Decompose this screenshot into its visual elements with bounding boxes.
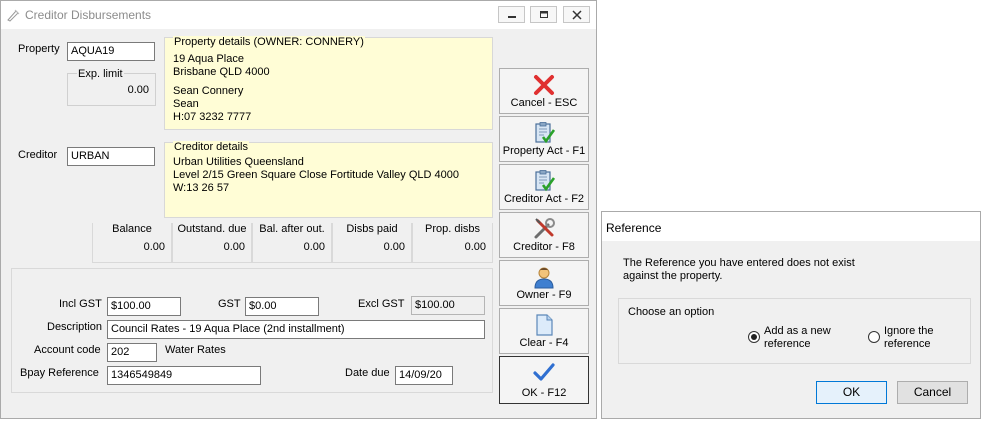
restore-button[interactable] bbox=[530, 6, 557, 23]
date-due-input[interactable]: 14/09/20 bbox=[395, 366, 453, 385]
clear-button[interactable]: Clear - F4 bbox=[499, 308, 589, 354]
blank-page-icon bbox=[536, 314, 553, 336]
property-code-input[interactable]: AQUA19 bbox=[67, 42, 155, 61]
property-act-button-label: Property Act - F1 bbox=[502, 145, 586, 157]
creditor-button-label: Creditor - F8 bbox=[513, 241, 575, 253]
ignore-reference-label[interactable]: reference bbox=[884, 338, 930, 350]
close-button[interactable] bbox=[563, 6, 590, 23]
summary-label: Outstand. due bbox=[173, 223, 251, 235]
reference-dialog: Reference The Reference you have entered… bbox=[601, 211, 981, 419]
add-new-reference-radio[interactable] bbox=[748, 331, 760, 343]
gst-label: GST bbox=[218, 298, 241, 310]
close-icon bbox=[571, 10, 582, 20]
creditor-name-line: Urban Utilities Queensland bbox=[173, 156, 304, 168]
property-address-line: Brisbane QLD 4000 bbox=[173, 66, 270, 78]
owner-button[interactable]: Owner - F9 bbox=[499, 260, 589, 306]
minimize-icon bbox=[507, 16, 516, 18]
account-code-label: Account code bbox=[34, 344, 101, 356]
description-input[interactable]: Council Rates - 19 Aqua Place (2nd insta… bbox=[107, 320, 485, 339]
clipboard-check-icon bbox=[535, 122, 556, 144]
summary-label: Prop. disbs bbox=[413, 223, 492, 235]
creditor-address-line: Level 2/15 Green Square Close Fortitude … bbox=[173, 169, 459, 181]
account-code-input[interactable]: 202 bbox=[107, 343, 157, 362]
owner-button-label: Owner - F9 bbox=[516, 289, 572, 301]
property-details-title: Property details (OWNER: CONNERY) bbox=[173, 36, 365, 48]
property-details-panel: Property details (OWNER: CONNERY) 19 Aqu… bbox=[164, 36, 493, 130]
dialog-title-bar: Reference bbox=[602, 212, 980, 241]
gst-input[interactable]: $0.00 bbox=[245, 297, 319, 316]
summary-cell-disbs-paid: Disbs paid 0.00 bbox=[332, 223, 412, 263]
incl-gst-input[interactable]: $100.00 bbox=[107, 297, 181, 316]
account-name-text: Water Rates bbox=[165, 344, 226, 356]
add-new-reference-label[interactable]: reference bbox=[764, 338, 810, 350]
checkmark-icon bbox=[533, 363, 555, 381]
creditor-code-input[interactable]: URBAN bbox=[67, 147, 155, 166]
property-details-text: 19 Aqua Place Brisbane QLD 4000 Sean Con… bbox=[173, 53, 270, 124]
ignore-reference-radio[interactable] bbox=[868, 331, 880, 343]
creditor-act-button[interactable]: Creditor Act - F2 bbox=[499, 164, 589, 210]
creditor-details-panel: Creditor details Urban Utilities Queensl… bbox=[164, 141, 493, 218]
creditor-disbursements-window: Creditor Disbursements Property AQUA19 E… bbox=[0, 0, 597, 419]
summary-label: Bal. after out. bbox=[253, 223, 331, 235]
clipboard-check-icon bbox=[535, 170, 556, 192]
cancel-button-label: Cancel - ESC bbox=[510, 97, 578, 109]
date-due-label: Date due bbox=[345, 367, 390, 379]
ok-button[interactable]: OK bbox=[816, 381, 887, 404]
exp-limit-box: Exp. limit 0.00 bbox=[67, 68, 156, 106]
summary-cell-prop-disbs: Prop. disbs 0.00 bbox=[412, 223, 493, 263]
ok-f12-button-label: OK - F12 bbox=[521, 387, 567, 399]
property-label: Property bbox=[18, 43, 60, 55]
dialog-title: Reference bbox=[606, 221, 662, 235]
owner-salutation-line: Sean bbox=[173, 98, 199, 110]
restore-icon bbox=[539, 11, 548, 18]
window-title: Creditor Disbursements bbox=[25, 8, 152, 22]
ignore-reference-label[interactable]: Ignore the bbox=[884, 325, 934, 337]
cancel-button[interactable]: Cancel - ESC bbox=[499, 68, 589, 114]
option-group-title: Choose an option bbox=[628, 306, 715, 318]
excl-gst-value: $100.00 bbox=[411, 296, 485, 315]
summary-value: 0.00 bbox=[303, 241, 325, 253]
exp-limit-value: 0.00 bbox=[127, 84, 149, 96]
excl-gst-label: Excl GST bbox=[358, 298, 405, 310]
creditor-details-text: Urban Utilities Queensland Level 2/15 Gr… bbox=[173, 156, 459, 195]
property-act-button[interactable]: Property Act - F1 bbox=[499, 116, 589, 162]
summary-value: 0.00 bbox=[143, 241, 165, 253]
summary-value: 0.00 bbox=[464, 241, 486, 253]
app-icon bbox=[7, 9, 20, 22]
red-x-icon bbox=[534, 75, 554, 95]
option-group: Choose an option Add as a new reference … bbox=[618, 298, 971, 364]
clear-button-label: Clear - F4 bbox=[519, 337, 569, 349]
cancel-dialog-button[interactable]: Cancel bbox=[897, 381, 968, 404]
owner-name-line: Sean Connery bbox=[173, 85, 244, 97]
bpay-reference-input[interactable]: 1346549849 bbox=[107, 366, 261, 385]
owner-phone-line: H:07 3232 7777 bbox=[173, 111, 252, 123]
incl-gst-label: Incl GST bbox=[59, 298, 102, 310]
summary-cell-balance-after-outstanding: Bal. after out. 0.00 bbox=[252, 223, 332, 263]
dialog-message-line: against the property. bbox=[623, 270, 723, 282]
person-icon bbox=[534, 267, 554, 289]
creditor-details-title: Creditor details bbox=[173, 141, 249, 153]
summary-label: Balance bbox=[93, 223, 171, 235]
summary-label: Disbs paid bbox=[333, 223, 411, 235]
creditor-label: Creditor bbox=[18, 149, 58, 161]
exp-limit-label: Exp. limit bbox=[77, 68, 124, 80]
creditor-act-button-label: Creditor Act - F2 bbox=[503, 193, 585, 205]
summary-cell-outstanding-due: Outstand. due 0.00 bbox=[172, 223, 252, 263]
summary-cell-balance: Balance 0.00 bbox=[92, 223, 172, 263]
property-address-line: 19 Aqua Place bbox=[173, 53, 244, 65]
dialog-message-line: The Reference you have entered does not … bbox=[623, 257, 855, 269]
minimize-button[interactable] bbox=[498, 6, 525, 23]
title-bar: Creditor Disbursements bbox=[1, 1, 596, 29]
summary-value: 0.00 bbox=[383, 241, 405, 253]
summary-value: 0.00 bbox=[223, 241, 245, 253]
description-label: Description bbox=[47, 321, 103, 333]
tools-icon bbox=[534, 218, 555, 239]
creditor-button[interactable]: Creditor - F8 bbox=[499, 212, 589, 258]
add-new-reference-label[interactable]: Add as a new bbox=[764, 325, 831, 337]
creditor-phone-line: W:13 26 57 bbox=[173, 182, 230, 194]
ok-f12-button[interactable]: OK - F12 bbox=[499, 356, 589, 404]
bpay-reference-label: Bpay Reference bbox=[20, 367, 99, 379]
